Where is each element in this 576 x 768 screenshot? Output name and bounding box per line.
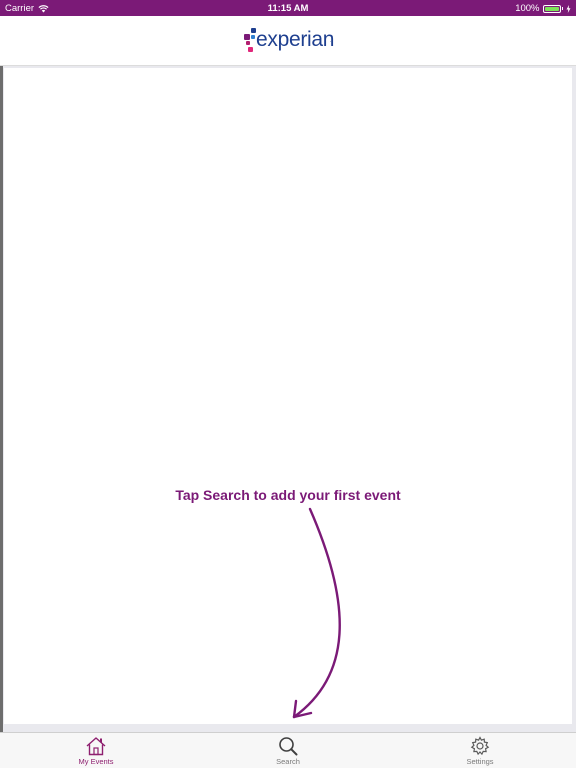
tab-search[interactable]: Search [238,733,338,768]
search-icon [279,737,298,756]
tab-my-events[interactable]: My Events [46,733,146,768]
empty-state-hint: Tap Search to add your first event [175,487,401,503]
tab-settings[interactable]: Settings [430,733,530,768]
curved-arrow-down-icon [292,507,341,719]
tab-bar: My Events Search Settings [0,732,576,768]
logo-wordmark: experian [256,28,335,51]
battery-fill [544,6,559,11]
content-left-edge [0,66,3,732]
battery-percent: 100% [515,3,540,14]
status-time: 11:15 AM [267,3,309,14]
battery-tip [561,7,563,10]
tab-label: Search [276,757,300,766]
tab-label: Settings [466,757,494,766]
battery-group: 100% [515,3,571,14]
home-icon [86,737,106,756]
status-bar: Carrier 11:15 AM 100% [0,0,576,16]
navigation-bar: experian . [0,16,576,66]
experian-logo: experian . [244,27,338,57]
logo-trademark: . [330,38,332,44]
gear-icon [470,736,490,756]
charging-bolt-icon [566,4,571,13]
battery-icon [542,4,561,13]
tab-label: My Events [78,757,114,766]
